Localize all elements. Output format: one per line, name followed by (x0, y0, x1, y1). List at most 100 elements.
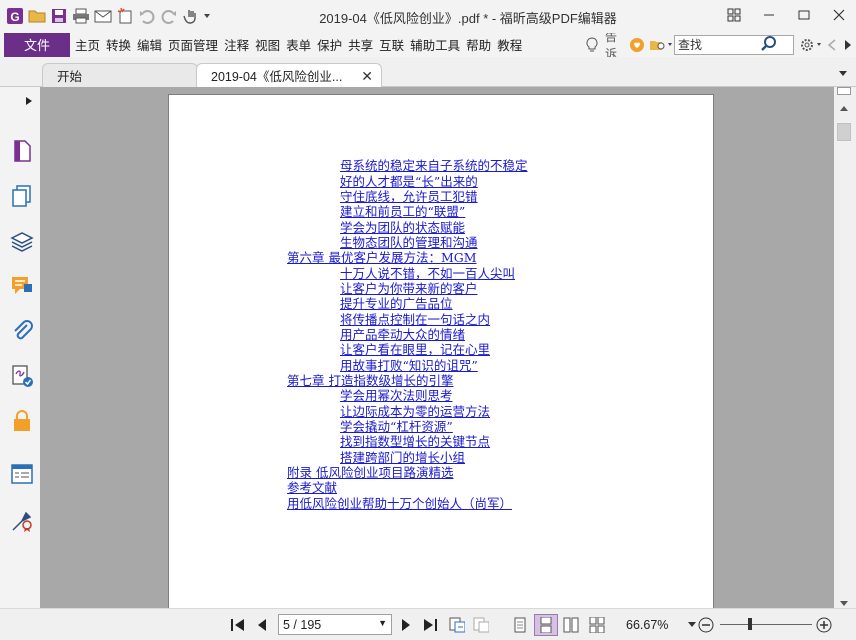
zoom-slider-knob[interactable] (748, 618, 752, 630)
lightbulb-icon[interactable] (582, 35, 602, 55)
toc-link[interactable]: 学会用幂次法则思考 (340, 388, 453, 403)
menu-protect[interactable]: 保护 (314, 33, 345, 57)
email-icon[interactable] (92, 5, 114, 27)
toc-link[interactable]: 母系统的稳定来自子系统的不稳定 (340, 158, 528, 173)
single-page-view-icon[interactable] (512, 617, 528, 633)
new-document-icon[interactable] (114, 5, 136, 27)
page-number-input[interactable]: 5 / 195 ▼ (278, 614, 392, 635)
toc-link[interactable]: 好的人才都是“长”出来的 (340, 174, 478, 189)
toc-link[interactable]: 让客户为你带来新的客户 (340, 281, 478, 296)
toc-link[interactable]: 用产品牵动大众的情绪 (340, 327, 465, 342)
toc-link[interactable]: 用故事打败“知识的诅咒” (340, 358, 478, 373)
gear-icon[interactable] (798, 35, 824, 55)
customize-toolbar-dropdown-icon[interactable] (202, 5, 212, 27)
menu-comment[interactable]: 注释 (221, 33, 252, 57)
menu-form[interactable]: 表单 (283, 33, 314, 57)
signatures-icon[interactable] (10, 364, 34, 388)
save-icon[interactable] (48, 5, 70, 27)
expand-panel-icon[interactable] (25, 95, 33, 109)
next-view-icon[interactable] (473, 617, 489, 633)
toc-link[interactable]: 将传播点控制在一句话之内 (340, 312, 490, 327)
title-bar: G 2019-04《低风险创业》.pdf * - 福昕高级PDF编辑器 (0, 0, 856, 32)
toc-chapter-link[interactable]: 第七章 打造指数级增长的引擎 (287, 373, 453, 388)
previous-page-icon[interactable] (254, 617, 270, 633)
navigation-panel (0, 87, 40, 608)
zoom-level: 66.67% (626, 618, 669, 632)
previous-view-icon[interactable] (449, 617, 465, 633)
toc-link[interactable]: 学会为团队的状态赋能 (340, 220, 465, 235)
content-panel-icon[interactable] (10, 462, 34, 486)
close-tab-icon[interactable]: ✕ (361, 68, 373, 85)
toc-link[interactable]: 提升专业的广告品位 (340, 296, 453, 311)
first-page-icon[interactable] (230, 617, 246, 633)
menu-tutorial[interactable]: 教程 (494, 33, 525, 57)
scroll-up-icon[interactable] (839, 101, 849, 115)
tab-start[interactable]: 开始 (42, 63, 198, 87)
toc-chapter-link[interactable]: 参考文献 (287, 480, 337, 495)
toc-link[interactable]: 十万人说不错，不如一百人尖叫 (340, 266, 515, 281)
toc-link[interactable]: 找到指数型增长的关键节点 (340, 434, 490, 449)
toc-link[interactable]: 让边际成本为零的运营方法 (340, 404, 490, 419)
hand-tool-icon[interactable] (180, 5, 202, 27)
menu-convert[interactable]: 转换 (103, 33, 134, 57)
page-thumbnails-icon[interactable] (10, 184, 34, 208)
window-controls (716, 0, 856, 32)
split-view-handle-icon[interactable] (837, 87, 851, 95)
bookmark-icon[interactable] (10, 139, 34, 163)
menu-accessibility[interactable]: 辅助工具 (407, 33, 463, 57)
toc-link[interactable]: 让客户看在眼里，记在心里 (340, 342, 490, 357)
tab-start-label: 开始 (57, 70, 83, 84)
toc-chapter-link[interactable]: 第六章 最优客户发展方法：MGM (287, 250, 477, 265)
open-folder-icon[interactable] (26, 5, 48, 27)
print-icon[interactable] (70, 5, 92, 27)
scrollbar-thumb[interactable] (837, 123, 851, 141)
undo-icon[interactable] (136, 5, 158, 27)
search-icon[interactable] (760, 35, 778, 53)
toc-link[interactable]: 搭建跨部门的增长小组 (340, 450, 465, 465)
feedback-icon[interactable] (626, 35, 648, 55)
menu-view[interactable]: 视图 (252, 33, 283, 57)
maximize-button[interactable] (786, 0, 821, 30)
tab-list-dropdown-icon[interactable] (838, 67, 848, 81)
attachment-icon[interactable] (10, 319, 34, 343)
nav-forward-icon[interactable] (840, 35, 856, 55)
continuous-view-icon[interactable] (534, 614, 558, 636)
certificate-tools-icon[interactable] (10, 509, 34, 533)
menu-home[interactable]: 主页 (72, 33, 103, 57)
menu-help[interactable]: 帮助 (463, 33, 494, 57)
security-lock-icon[interactable] (10, 409, 34, 433)
facing-view-icon[interactable] (563, 617, 579, 633)
close-button[interactable] (821, 0, 856, 30)
toc-link[interactable]: 生物态团队的管理和沟通 (340, 235, 478, 250)
toc-chapter-link[interactable]: 用低风险创业帮助十万个创始人（尚军） (287, 496, 512, 511)
find-options-icon[interactable] (648, 35, 674, 55)
minimize-button[interactable] (751, 0, 786, 30)
zoom-slider[interactable] (720, 624, 812, 625)
layers-icon[interactable] (10, 229, 34, 253)
zoom-in-icon[interactable] (816, 617, 832, 633)
menu-organize[interactable]: 页面管理 (165, 33, 221, 57)
continuous-facing-view-icon[interactable] (589, 617, 605, 633)
page-dropdown-icon[interactable]: ▼ (378, 618, 387, 628)
last-page-icon[interactable] (422, 617, 438, 633)
next-page-icon[interactable] (398, 617, 414, 633)
file-menu[interactable]: 文件 (4, 32, 70, 57)
toc-link[interactable]: 守住底线，允许员工犯错 (340, 189, 478, 204)
pdf-page: 母系统的稳定来自子系统的不稳定 好的人才都是“长”出来的 守住底线，允许员工犯错… (168, 94, 714, 608)
quick-access-toolbar: G (0, 0, 212, 32)
toc-link[interactable]: 建立和前员工的“联盟” (340, 204, 465, 219)
menu-share[interactable]: 共享 (345, 33, 376, 57)
menu-edit[interactable]: 编辑 (134, 33, 165, 57)
redo-icon[interactable] (158, 5, 180, 27)
menu-connect[interactable]: 互联 (376, 33, 407, 57)
comments-icon[interactable] (10, 274, 34, 298)
tab-document[interactable]: 2019-04《低风险创业... ✕ (196, 63, 382, 87)
toc-chapter-link[interactable]: 附录 低风险创业项目路演精选 (287, 465, 453, 480)
restore-layout-icon[interactable] (716, 0, 751, 30)
nav-back-icon[interactable] (824, 35, 840, 55)
zoom-out-icon[interactable] (698, 617, 714, 633)
vertical-scrollbar[interactable] (834, 87, 856, 608)
svg-text:G: G (10, 10, 19, 24)
tell-me-input[interactable]: 告诉 (602, 33, 626, 57)
toc-link[interactable]: 学会撬动“杠杆资源” (340, 419, 453, 434)
